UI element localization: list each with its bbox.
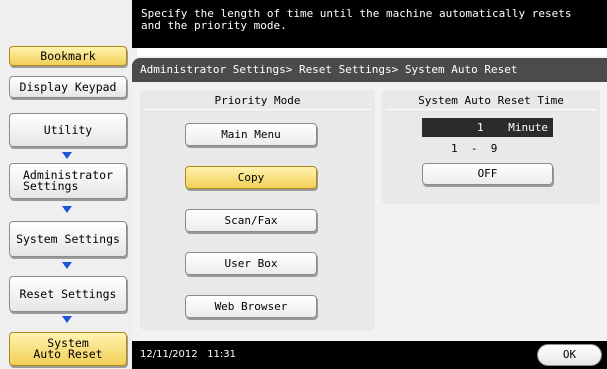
- divider: [144, 109, 371, 110]
- priority-scan-fax-button[interactable]: Scan/Fax: [185, 209, 317, 232]
- reset-time-value: 1: [477, 121, 484, 134]
- down-arrow-icon: [62, 204, 72, 214]
- instruction-text: Specify the length of time until the mac…: [141, 7, 572, 32]
- reset-time-range: 1 - 9: [451, 142, 498, 155]
- reset-time-input[interactable]: 1 Minute: [422, 118, 553, 137]
- priority-mode-panel: Priority Mode Main Menu Copy Scan/Fax Us…: [140, 90, 375, 330]
- time-text: 11:31: [207, 349, 237, 360]
- bookmark-button[interactable]: Bookmark: [9, 46, 127, 66]
- ok-button[interactable]: OK: [537, 344, 602, 366]
- down-arrow-icon: [62, 260, 72, 270]
- priority-mode-title: Priority Mode: [214, 94, 301, 107]
- nav-system-auto-reset-label: System Auto Reset: [33, 336, 103, 361]
- main-panel: Administrator Settings> Reset Settings> …: [132, 56, 607, 341]
- auto-reset-time-panel: System Auto Reset Time 1 Minute 1 - 9 OF…: [382, 90, 600, 204]
- nav-administrator-settings-button[interactable]: Administrator Settings: [9, 163, 127, 199]
- priority-main-menu-button[interactable]: Main Menu: [185, 123, 317, 146]
- date-text: 12/11/2012: [140, 349, 198, 360]
- datetime: 12/11/2012 11:31: [140, 349, 236, 360]
- down-arrow-icon: [62, 314, 72, 324]
- status-bar: 12/11/2012 11:31 OK: [132, 341, 607, 369]
- reset-time-off-button[interactable]: OFF: [422, 163, 553, 185]
- display-keypad-button[interactable]: Display Keypad: [9, 76, 127, 98]
- priority-copy-button[interactable]: Copy: [185, 166, 317, 189]
- priority-web-browser-button[interactable]: Web Browser: [185, 295, 317, 318]
- reset-time-unit: Minute: [508, 121, 548, 134]
- down-arrow-icon: [62, 150, 72, 160]
- auto-reset-time-title: System Auto Reset Time: [418, 94, 564, 107]
- nav-reset-settings-button[interactable]: Reset Settings: [9, 276, 127, 312]
- nav-system-settings-button[interactable]: System Settings: [9, 221, 127, 257]
- nav-system-auto-reset-button[interactable]: System Auto Reset: [9, 332, 127, 366]
- sidebar: Bookmark Display Keypad Utility Administ…: [0, 0, 137, 369]
- nav-administrator-settings-label: Administrator Settings: [22, 168, 113, 193]
- priority-user-box-button[interactable]: User Box: [185, 252, 317, 275]
- nav-utility-button[interactable]: Utility: [9, 113, 127, 147]
- instruction-message-bar: Specify the length of time until the mac…: [132, 0, 607, 48]
- breadcrumb: Administrator Settings> Reset Settings> …: [132, 58, 607, 82]
- divider: [386, 109, 596, 110]
